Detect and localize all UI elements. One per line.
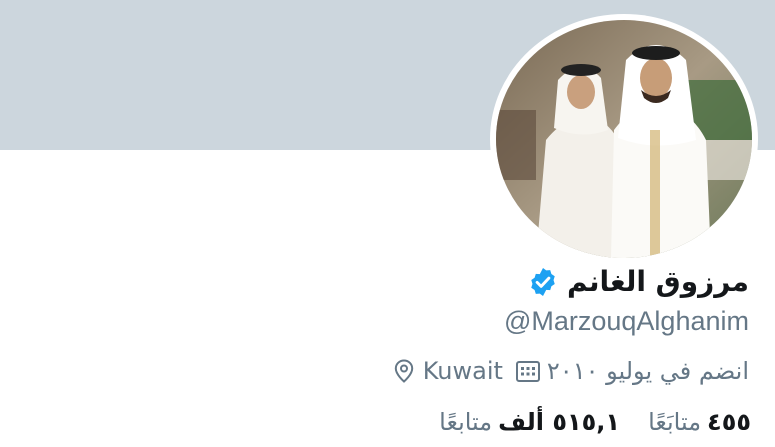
avatar-photo: [496, 20, 752, 258]
avatar-frame: [490, 14, 758, 264]
followers-count: ٥١٥,١ ألف: [498, 408, 621, 436]
profile-avatar[interactable]: [496, 20, 752, 258]
location: Kuwait: [391, 357, 503, 385]
join-date-text: انضم في يوليو ٢٠١٠: [546, 357, 749, 385]
location-pin-icon: [391, 358, 417, 384]
following-stat[interactable]: ٤٥٥ متابَعًا: [648, 408, 751, 436]
followers-label: متابعًا: [439, 408, 493, 436]
display-name: مرزوق الغانم: [567, 265, 749, 298]
following-count: ٤٥٥: [707, 408, 751, 436]
calendar-icon: [515, 358, 541, 384]
verified-badge-icon: [527, 266, 559, 298]
name-row: مرزوق الغانم: [527, 260, 749, 304]
profile-handle: @MarzouqAlghanim: [503, 306, 749, 336]
following-label: متابَعًا: [648, 408, 702, 436]
profile-stats: ٤٥٥ متابَعًا ٥١٥,١ ألف متابعًا: [439, 402, 751, 442]
followers-stat[interactable]: ٥١٥,١ ألف متابعًا: [439, 408, 620, 436]
location-text: Kuwait: [422, 357, 503, 385]
profile-meta: انضم في يوليو ٢٠١٠ Kuwait: [391, 352, 749, 390]
profile-page: مرزوق الغانم @MarzouqAlghanim انضم في يو…: [0, 0, 775, 447]
join-date: انضم في يوليو ٢٠١٠: [515, 357, 749, 385]
